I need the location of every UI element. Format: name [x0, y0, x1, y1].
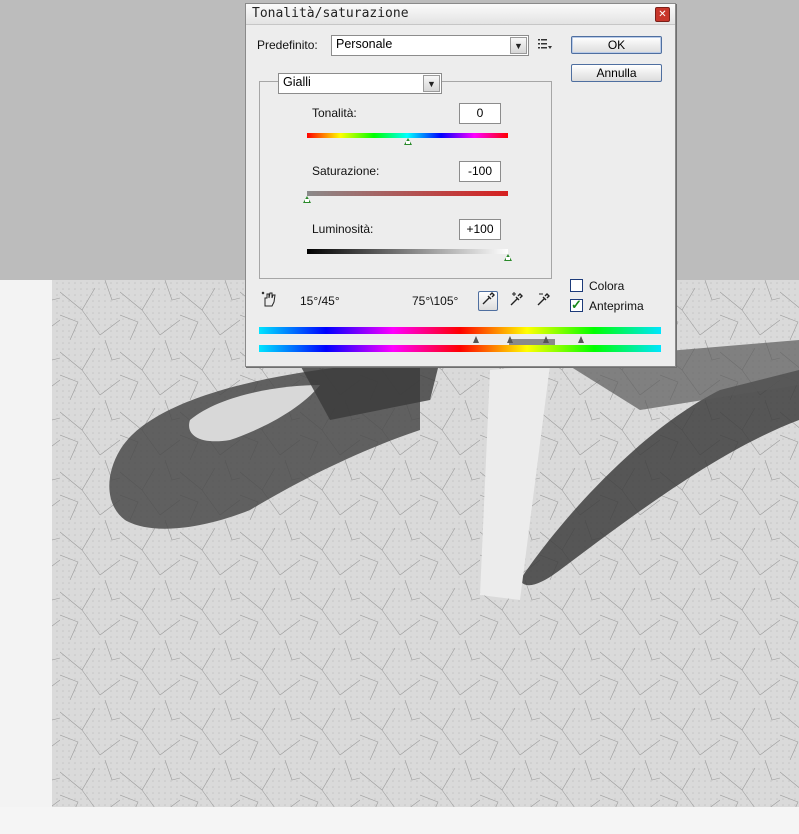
range-left-handle[interactable] — [507, 336, 513, 343]
saturation-slider[interactable] — [307, 191, 508, 196]
dialog-title: Tonalità/saturazione — [252, 6, 409, 21]
lightness-label: Luminosità: — [312, 222, 374, 236]
preset-select[interactable]: Personale ▼ — [331, 35, 529, 56]
chevron-down-icon[interactable]: ▼ — [510, 37, 527, 54]
saturation-field[interactable]: -100 — [459, 161, 501, 182]
preset-value: Personale — [336, 37, 393, 51]
options-menu-icon[interactable] — [538, 38, 554, 52]
channel-value: Gialli — [283, 75, 311, 89]
lightness-slider[interactable] — [307, 249, 508, 254]
preset-label: Predefinito: — [257, 38, 318, 52]
close-icon[interactable]: ✕ — [655, 7, 670, 22]
hue-label: Tonalità: — [312, 106, 357, 120]
output-color-spectrum — [259, 345, 661, 352]
range-falloff-left-handle[interactable] — [473, 336, 479, 343]
cancel-button[interactable]: Annulla — [571, 64, 662, 82]
lightness-field[interactable]: +100 — [459, 219, 501, 240]
input-color-spectrum — [259, 327, 661, 334]
check-icon: ✓ — [571, 297, 582, 312]
colorize-label: Colora — [589, 279, 625, 293]
saturation-label: Saturazione: — [312, 164, 380, 178]
range-right-handle[interactable] — [543, 336, 549, 343]
eyedropper-minus-icon[interactable] — [534, 291, 554, 311]
preview-checkbox[interactable]: ✓ — [570, 297, 583, 312]
lightness-slider-thumb[interactable] — [504, 254, 512, 261]
hue-slider-thumb[interactable] — [403, 138, 412, 145]
ok-button[interactable]: OK — [571, 36, 662, 54]
eyedropper-plus-icon[interactable] — [507, 291, 527, 311]
hue-field[interactable]: 0 — [459, 103, 501, 124]
range-falloff-right-handle[interactable] — [578, 336, 584, 343]
channel-select[interactable]: Gialli ▼ — [278, 73, 442, 94]
hue-saturation-dialog: Tonalità/saturazione ✕ Predefinito: Pers… — [245, 3, 676, 367]
preview-label: Anteprima — [589, 299, 644, 313]
dialog-titlebar[interactable]: Tonalità/saturazione ✕ — [246, 4, 675, 25]
colorize-checkbox[interactable] — [570, 279, 583, 292]
saturation-slider-thumb[interactable] — [303, 196, 311, 203]
range-left-readout: 15°/45° — [300, 294, 340, 308]
eyedropper-icon[interactable] — [478, 291, 498, 311]
range-right-readout: 75°\105° — [412, 294, 459, 308]
chevron-down-icon[interactable]: ▼ — [423, 75, 440, 92]
hand-adjust-icon[interactable] — [259, 291, 279, 311]
